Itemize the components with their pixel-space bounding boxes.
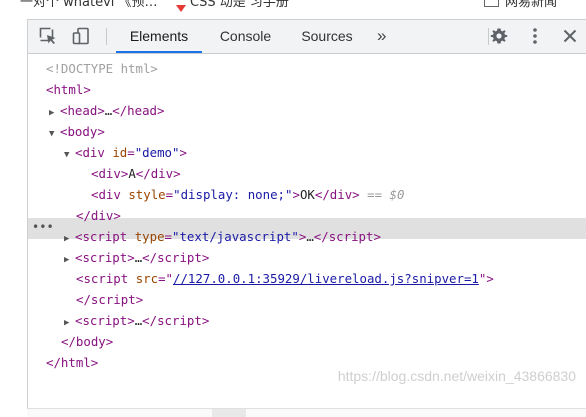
device-toolbar-icon[interactable] [71, 26, 91, 46]
script-src-link[interactable]: //127.0.0.1:35929/livereload.js?snipver=… [173, 271, 479, 286]
browser-tab-fragment[interactable]: 网易新闻 [505, 0, 557, 10]
expand-triangle-icon[interactable]: ▶ [64, 250, 75, 271]
dom-node-div-ok-selected[interactable]: <div style="display: none;">OK</div> == … [91, 184, 404, 205]
dom-node-doctype[interactable]: <!DOCTYPE html> [46, 58, 158, 79]
dom-node-div-demo[interactable]: ▼ <div id="demo"> [64, 142, 187, 163]
page-icon [484, 0, 499, 7]
browser-tab-fragment[interactable]: 一对个 whatevl 《预… [20, 0, 158, 10]
dom-tree: ••• <!DOCTYPE html> <html> ▶ <head>…</hea… [28, 54, 586, 414]
dom-node-body[interactable]: ▼ <body> [49, 121, 105, 142]
dom-node-html-close[interactable]: </html> [46, 352, 98, 373]
shield-icon [175, 0, 187, 12]
more-tabs-button[interactable]: » [377, 20, 386, 53]
dom-node-script-close[interactable]: </script> [76, 289, 143, 310]
dom-node-body-close[interactable]: </body> [61, 331, 113, 352]
collapse-triangle-icon[interactable]: ▼ [64, 145, 75, 166]
toolbar-separator [106, 28, 107, 45]
watermark: https://blog.csdn.net/weixin_43866830 [337, 368, 576, 384]
tab-console[interactable]: Console [209, 20, 282, 53]
selected-node-marker: == $0 [367, 187, 405, 202]
collapse-triangle-icon[interactable]: ▼ [49, 124, 60, 145]
tab-sources[interactable]: Sources [292, 20, 362, 53]
dom-node-script-js[interactable]: ▶ <script type="text/javascript">…</scrip… [64, 226, 381, 247]
dom-node-script-livereload[interactable]: <script src="//127.0.0.1:35929/livereloa… [76, 268, 494, 289]
devtools-toolbar: Elements Console Sources » [28, 20, 586, 54]
dom-node-script-4[interactable]: ▶ <script>…</script> [64, 310, 209, 331]
devtools-panel: Elements Console Sources » ••• <!DOCTYPE… [27, 19, 586, 417]
gear-icon[interactable] [489, 26, 509, 46]
node-actions-icon[interactable]: ••• [32, 218, 54, 239]
page-gutter [0, 19, 27, 416]
browser-tab-fragment[interactable]: CSS 动是 习手册 [190, 0, 289, 10]
dom-node-html[interactable]: <html> [46, 79, 91, 100]
dom-node-div-a[interactable]: <div>A</div> [91, 163, 181, 184]
more-options-icon[interactable] [525, 26, 545, 46]
dom-node-script-2[interactable]: ▶ <script>…</script> [64, 247, 209, 268]
dom-node-div-close[interactable]: </div> [76, 205, 121, 226]
browser-tab-strip: 一对个 whatevl 《预… CSS 动是 习手册 网易新闻 [0, 0, 586, 19]
inspect-element-icon[interactable] [38, 26, 58, 46]
dom-node-head[interactable]: ▶ <head>…</head> [49, 100, 164, 121]
close-icon[interactable] [560, 26, 580, 46]
tab-elements[interactable]: Elements [116, 20, 202, 53]
